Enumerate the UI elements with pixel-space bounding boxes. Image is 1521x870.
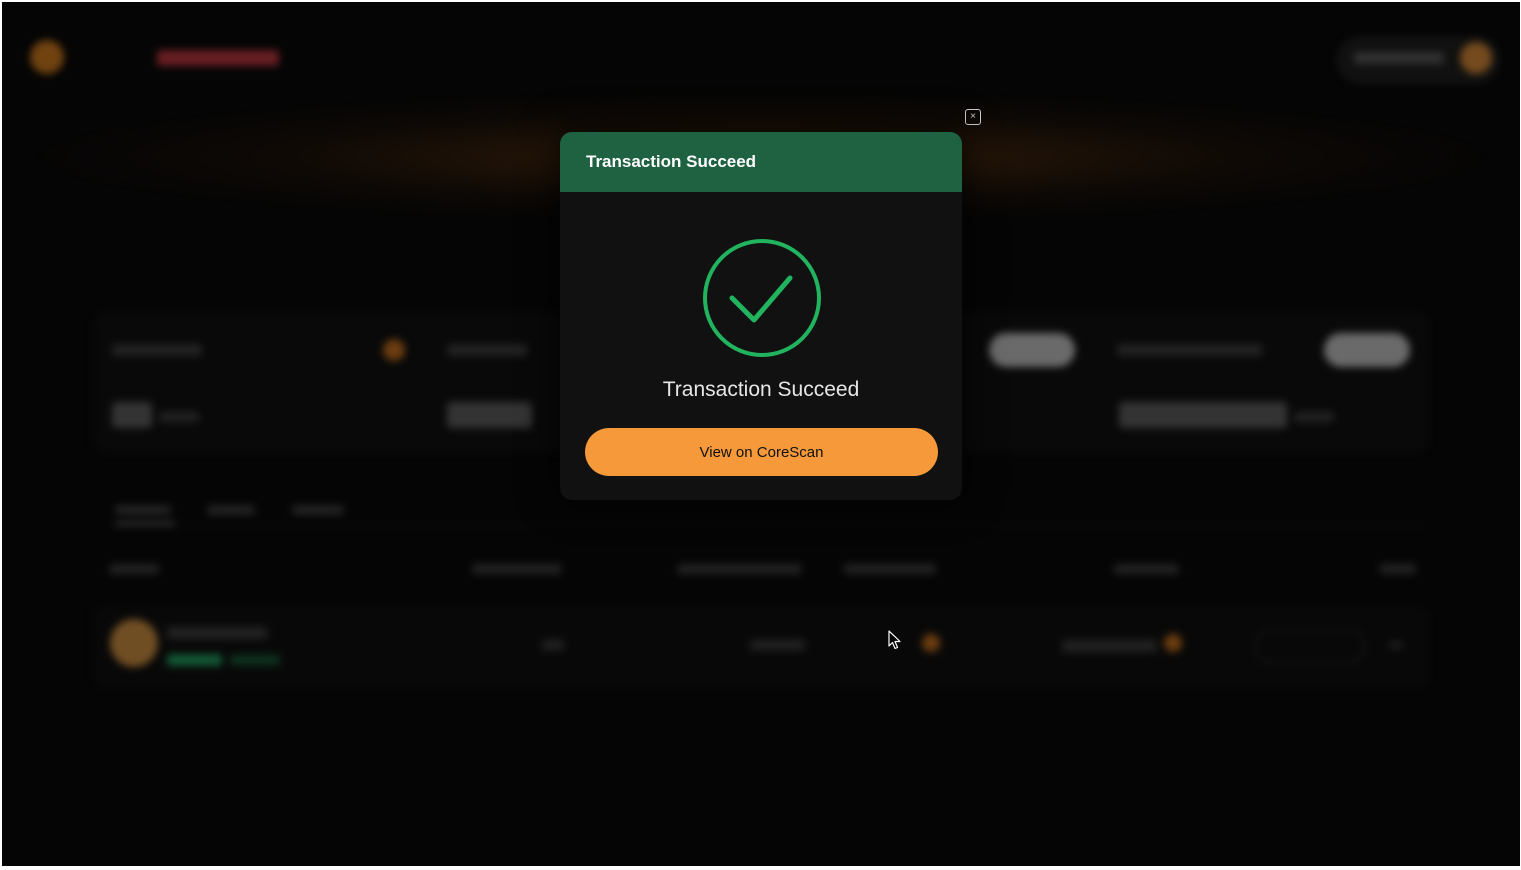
- network-badge: [157, 50, 279, 66]
- claim-button[interactable]: [989, 333, 1075, 367]
- status-badge: [230, 655, 280, 665]
- wallet-address: [1354, 52, 1444, 64]
- stat-label: [1117, 344, 1262, 356]
- close-icon[interactable]: ×: [965, 109, 981, 125]
- stat-value: [112, 402, 152, 428]
- validator-avatar: [110, 619, 158, 667]
- column-header: [109, 564, 159, 574]
- claim-button[interactable]: [1324, 333, 1410, 367]
- modal-title: Transaction Succeed: [586, 152, 757, 171]
- stat-unit: [1294, 412, 1334, 422]
- coin-icon: [922, 634, 940, 652]
- cell-value: [750, 640, 805, 650]
- column-header: [844, 564, 936, 574]
- tab[interactable]: [115, 505, 171, 515]
- cell-value: [1062, 640, 1157, 652]
- coin-icon: [1164, 634, 1182, 652]
- stat-value: [1119, 402, 1287, 428]
- coin-icon: [383, 339, 405, 361]
- tab[interactable]: [207, 505, 255, 515]
- column-header: [1380, 564, 1416, 574]
- validator-name: [167, 627, 267, 639]
- column-header: [1114, 564, 1179, 574]
- check-circle-icon: [702, 238, 822, 358]
- modal-header: Transaction Succeed: [560, 132, 962, 192]
- tab[interactable]: [292, 505, 344, 515]
- mouse-pointer-icon: [888, 630, 902, 655]
- view-on-corescan-button[interactable]: View on CoreScan: [585, 428, 938, 476]
- column-header: [677, 564, 802, 574]
- column-header: [472, 564, 562, 574]
- delegate-button[interactable]: [1255, 629, 1365, 663]
- stat-unit: [159, 412, 199, 422]
- transaction-success-modal: Transaction Succeed Transaction Succeed …: [560, 132, 962, 500]
- stat-label: [447, 344, 527, 356]
- success-message: Transaction Succeed: [662, 378, 860, 401]
- core-logo-icon: [30, 40, 64, 74]
- app-screen: × Transaction Succeed Transaction Succee…: [2, 2, 1520, 866]
- stat-value: [447, 402, 532, 428]
- status-badge: [167, 654, 222, 666]
- tab-divider: [107, 525, 1427, 526]
- stat-label: [112, 344, 202, 356]
- chevron-down-icon[interactable]: [1389, 642, 1403, 648]
- cell-value: [542, 640, 564, 650]
- wallet-avatar: [1460, 42, 1492, 74]
